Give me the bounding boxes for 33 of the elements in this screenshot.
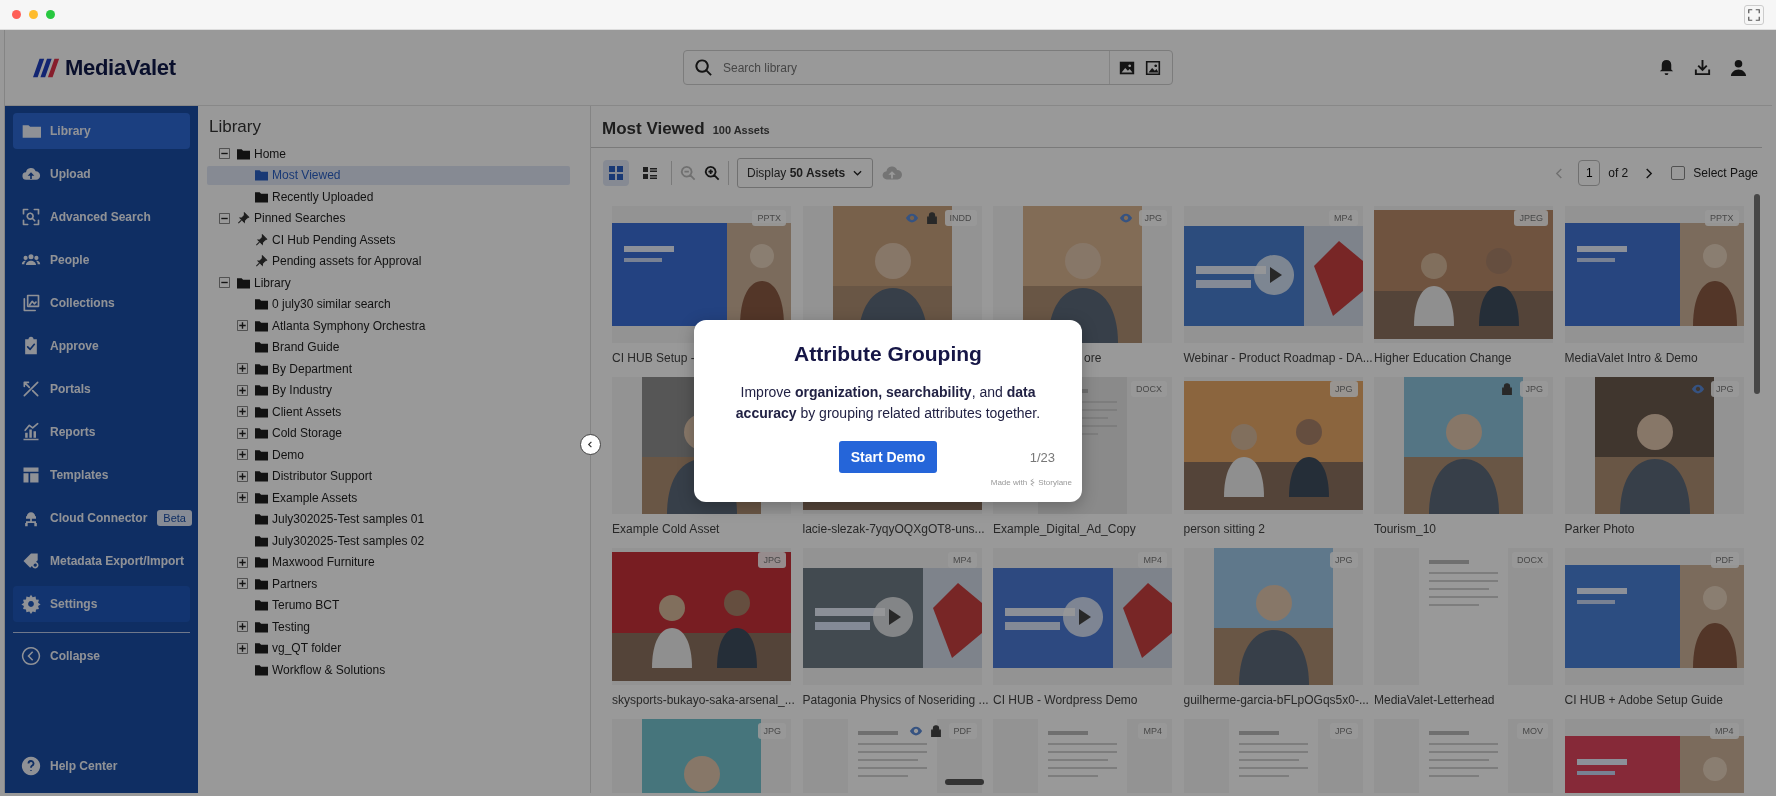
file-type-badge: JPG (758, 723, 786, 739)
file-type-badge: PDF (948, 723, 977, 739)
dialog-title: Attribute Grouping (794, 342, 982, 366)
file-type-badge: MP4 (948, 552, 977, 568)
file-type-badge: JPG (1139, 210, 1167, 226)
file-type-badge: JPG (1520, 381, 1548, 397)
file-type-badge: MP4 (1138, 552, 1167, 568)
file-type-badge: JPG (1711, 381, 1739, 397)
file-type-badge: JPEG (1514, 210, 1548, 226)
file-type-badge: JPG (1330, 552, 1358, 568)
beta-badge: Beta (157, 510, 192, 526)
brand-name: Storylane (1038, 478, 1072, 487)
file-type-badge: MP4 (1138, 723, 1167, 739)
panel-title: Library (208, 117, 262, 137)
file-type-badge: PPTX (1705, 210, 1739, 226)
file-type-badge: JPG (1330, 381, 1358, 397)
file-type-badge: INDD (944, 210, 977, 226)
step-counter: 1/23 (1029, 449, 1055, 465)
file-type-badge: MP4 (1329, 210, 1358, 226)
asset-count: 100 Assets (712, 124, 770, 136)
file-type-badge: JPG (758, 552, 786, 568)
file-type-badge: MP4 (1710, 723, 1739, 739)
made-with-label: Made with (990, 478, 1028, 487)
file-type-badge: DOCX (1131, 381, 1167, 397)
file-type-badge: JPG (1330, 723, 1358, 739)
page-title: Most Viewed (602, 119, 705, 139)
logo-text: MediaValet (65, 54, 176, 81)
checkbox-label: Select Page (1693, 166, 1758, 180)
file-type-badge: PPTX (752, 210, 786, 226)
file-type-badge: MOV (1517, 723, 1548, 739)
file-type-badge: PDF (1710, 552, 1739, 568)
page-total: of 2 (1608, 166, 1629, 180)
file-type-badge: DOCX (1512, 552, 1548, 568)
